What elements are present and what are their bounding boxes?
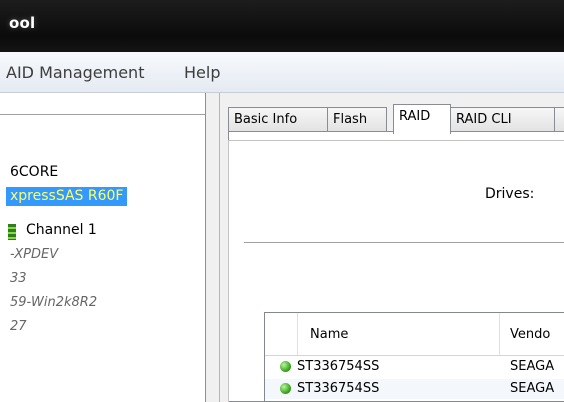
tab-raid[interactable]: RAID [393,104,451,134]
drive-vendor-cell: SEAGA [510,359,555,374]
table-row[interactable]: ST336754SS SEAGA [265,379,564,399]
channel-icon [8,224,16,240]
status-ok-icon [280,383,291,394]
tree-item-device[interactable]: -XPDEV [10,247,58,262]
window-title: ool [9,14,36,32]
column-divider[interactable] [499,313,500,355]
tab-label: Flash [333,112,368,127]
pane-splitter[interactable] [206,93,220,402]
separator-line [244,242,564,244]
drive-name-cell: ST336754SS [297,381,380,396]
column-header-vendor[interactable]: Vendo [510,327,550,342]
tab-basic-info[interactable]: Basic Info [228,107,328,131]
tab-overflow[interactable] [554,107,564,131]
drive-table-header: Name Vendo [265,313,564,356]
status-ok-icon [280,361,291,372]
drive-name-cell: ST336754SS [297,359,380,374]
tab-label: Basic Info [234,112,298,127]
tab-flash[interactable]: Flash [327,107,387,131]
drive-table[interactable]: Name Vendo ST336754SS SEAGA ST336754SS S… [264,312,564,402]
tree-item-device[interactable]: 33 [10,271,27,286]
tab-label: RAID [399,109,431,124]
table-row[interactable]: ST336754SS SEAGA [265,357,564,377]
tab-strip: Basic Info Flash RAID RAID CLI [228,104,564,134]
menu-help[interactable]: Help [184,63,220,82]
tree-item-controller-host[interactable]: 6CORE [10,164,58,180]
tree-item-device[interactable]: 59-Win2k8R2 [10,295,97,310]
tab-label: RAID CLI [456,112,512,127]
tree-header [0,93,205,115]
drives-label: Drives: [485,186,535,202]
menu-bar: AID Management Help [0,52,564,93]
tab-raid-cli[interactable]: RAID CLI [450,107,555,131]
window-titlebar[interactable]: ool [0,0,564,52]
menu-raid-management[interactable]: AID Management [6,63,144,82]
tree-item-device[interactable]: 27 [10,319,27,334]
column-header-name[interactable]: Name [310,327,348,342]
column-divider[interactable] [297,313,298,355]
tree-item-controller-selected[interactable]: xpressSAS R60F [6,187,128,206]
drive-vendor-cell: SEAGA [510,381,555,396]
tree-item-channel-1[interactable]: Channel 1 [26,222,97,238]
